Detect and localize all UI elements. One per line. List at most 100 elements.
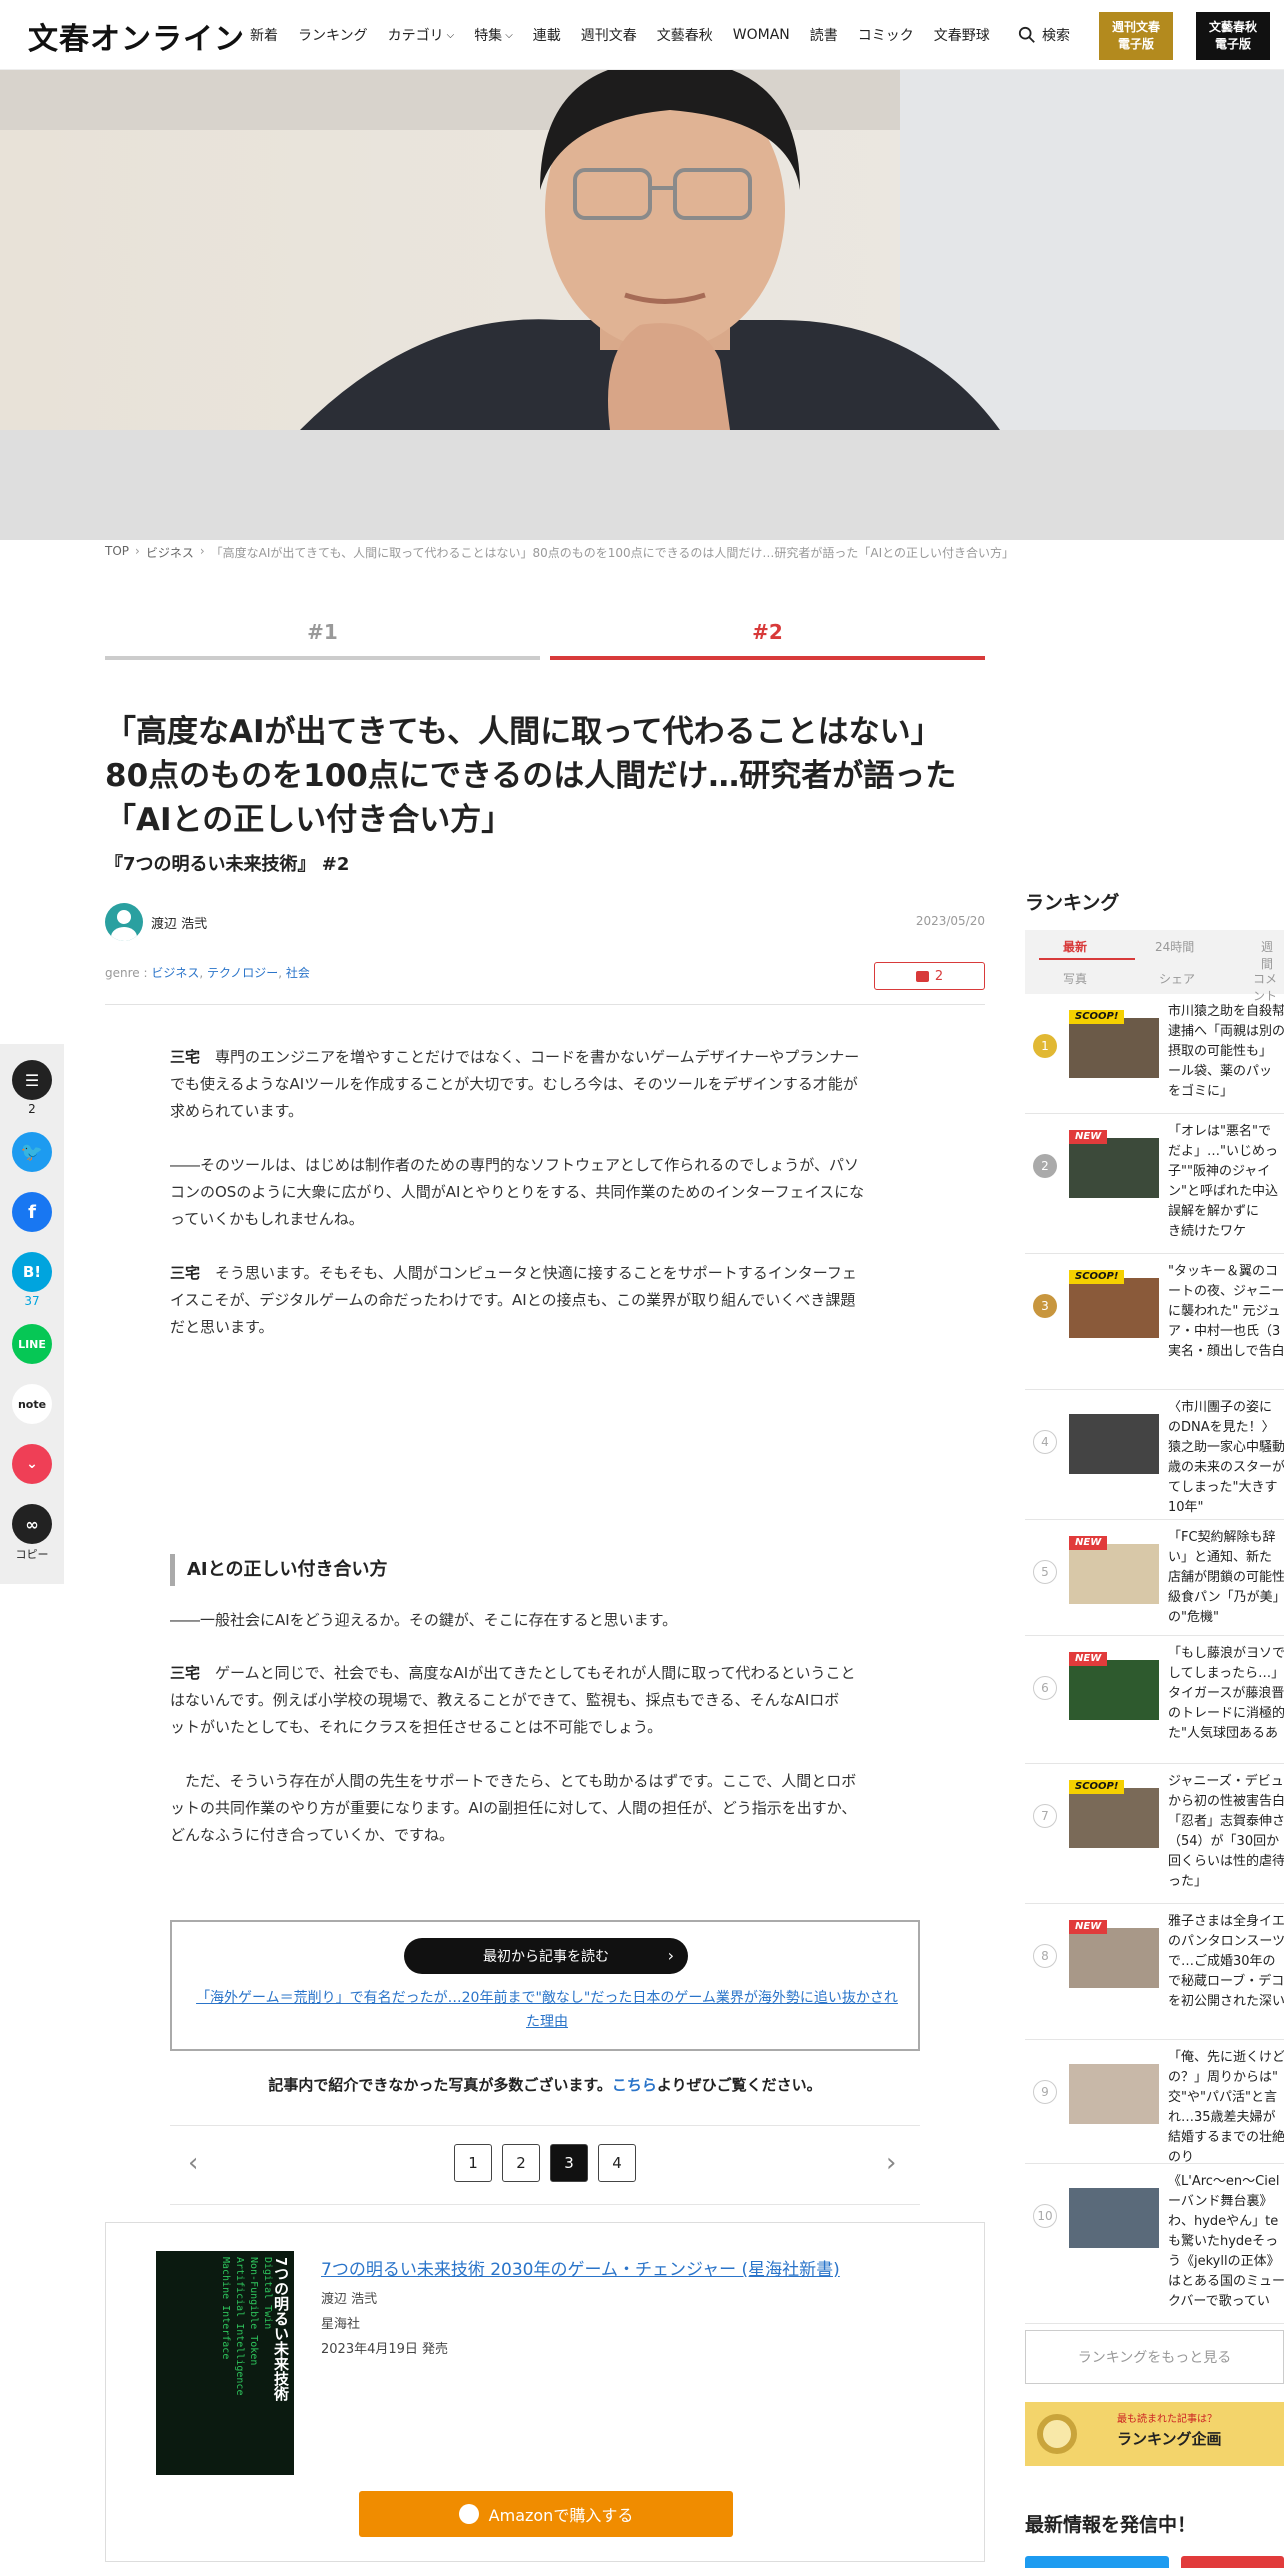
ranking-thumbnail: NEW [1069,1652,1159,1720]
nav-label: カテゴリ [387,28,444,44]
ranking-thumbnail: NEW [1069,1536,1159,1604]
headline-line: 歳の未来のスターが [1168,1460,1284,1475]
article-paragraph: ――そのツールは、はじめは制作者のための専門的なソフトウェアとして作られるのでし… [170,1152,910,1233]
ranking-headline: 「もし藤浪がヨソで してしまったら…」 タイガースが藤浪晋 のトレードに消極的 た"人気… [1168,1644,1284,1744]
comment-share-button[interactable]: ☰ [12,1060,52,1100]
nav-item-feature[interactable]: 特集 ⌵ [464,25,523,45]
tab-weekly[interactable]: 週間 [1261,938,1284,972]
tab-24h[interactable]: 24時間 [1155,938,1194,955]
headline-line: き続けたワケ [1168,1224,1247,1239]
prev-page-icon[interactable]: ‹ [188,2148,198,2178]
paragraph-line: どんなふうに付き合っていくか、ですね。 [170,1826,454,1844]
ranking-banner[interactable]: 最も読まれた記事は？ ランキング企画 [1025,2402,1284,2466]
twitter-share-button[interactable]: 🐦 [12,1132,52,1172]
ranking-item[interactable]: 3 SCOOP! "タッキー＆翼のコ ートの夜、ジャニー に襲われた" 元ジュ ア・中村一… [1025,1254,1284,1390]
tab-share[interactable]: シェア [1159,970,1195,987]
paragraph-line: ットの共同作業のやり方が重要になります。AIの副担任に対して、人間の担任が、どう… [170,1799,857,1817]
ranking-item[interactable]: 1 SCOOP! 市川猿之助を自殺幇 逮捕へ「両親は別の 摂取の可能性も」 ール袋、薬のパ… [1025,994,1284,1114]
next-page-icon[interactable]: › [886,2148,896,2178]
genre-business[interactable]: ビジネス [151,966,199,980]
pocket-share-button[interactable]: ⌄ [12,1444,52,1484]
article-subtitle: 『7つの明るい未来技術』 #2 [105,854,350,875]
nav-item-books[interactable]: 読書 [800,25,848,45]
page-2-button[interactable]: 2 [502,2144,540,2182]
comment-button[interactable]: 2 [874,962,985,990]
article-paragraph: ――一般社会にAIをどう迎えるか。その鍵が、そこに存在すると思います。 [170,1607,910,1634]
headline-line: で…ご成婚30年の [1168,1954,1276,1969]
ranking-item[interactable]: 10 《L'Arc～en～Ciel ーバンド舞台裏》 わ、hydeやん」te も驚いたh… [1025,2164,1284,2324]
ranking-headline: 市川猿之助を自殺幇 逮捕へ「両親は別の 摂取の可能性も」 ール袋、薬のパッ をゴミに」 [1168,1002,1284,1102]
headline-line: 猿之助一家心中騒動 [1168,1440,1284,1455]
paragraph-line: ただ、そういう存在が人間の先生をサポートできたら、とても助かるはずです。ここで、… [170,1772,857,1790]
ranking-headline: 〈市川團子の姿に のDNAを見た！〉 猿之助一家心中騒動 歳の未来のスターが てしまった… [1168,1398,1284,1518]
breadcrumb-top[interactable]: TOP [105,544,129,561]
genre-list: genre : ビジネス, テクノロジー, 社会 [105,966,310,980]
hatena-share-button[interactable]: B! [12,1252,52,1292]
author-link[interactable]: 渡辺 浩弐 [105,903,207,941]
nav-item-new[interactable]: 新着 [240,25,288,45]
nav-item-ranking[interactable]: ランキング [288,25,378,45]
copy-link-button[interactable]: ∞ [12,1504,52,1544]
headline-line: 店舗が閉鎖の可能性 [1168,1570,1284,1585]
headline-line: のり [1168,2150,1195,2164]
author-name: 渡辺 浩弐 [151,916,208,932]
cover-title: 7つの明るい未来技術 [272,2257,290,2402]
ranking-thumbnail [1069,1414,1159,1474]
line-share-button[interactable]: LINE [12,1324,52,1364]
ranking-item[interactable]: 9 「俺、先に逝くけど の？」周りからは" 交"や"パパ活"と言 れ…35歳差夫婦が 結婚… [1025,2040,1284,2164]
book-cover-image[interactable]: 7つの明るい未来技術 Digital Twin Non-Fungible Tok… [156,2251,294,2475]
ranking-item[interactable]: 5 NEW 「FC契約解除も辞 い」と通知、新た 店舗が閉鎖の可能性 級食パン「乃が美」の… [1025,1520,1284,1636]
search-button[interactable]: 検索 [1018,0,1070,70]
nav-item-baseball[interactable]: 文春野球 [924,25,1000,45]
youtube-follow-button[interactable] [1181,2556,1284,2568]
share-bar: ☰ 2 🐦 f B! 37 LINE note ⌄ ∞ コピー [0,1044,64,1584]
amazon-buy-button[interactable]: Amazonで購入する [359,2491,733,2537]
headline-line: ン"と呼ばれた中込 [1168,1184,1278,1199]
ranking-item[interactable]: 8 NEW 雅子さまは全身イエ のパンタロンスーツ で…ご成婚30年の で秘蔵ローブ・デコ… [1025,1904,1284,2040]
photos-link[interactable]: こちら [612,2076,657,2094]
divider [105,1004,985,1005]
rank-number: 8 [1033,1944,1057,1968]
rank-number: 10 [1033,2204,1057,2228]
paragraph-line: っていくかもしれませんね。 [170,1210,364,1228]
headline-line: てしまった"大きす [1168,1480,1278,1495]
nav-item-category[interactable]: カテゴリ ⌵ [378,25,465,45]
shukan-bunshun-ebook-button[interactable]: 週刊文春 電子版 [1099,12,1173,60]
speaker: 三宅 [170,1048,201,1066]
headline-line: 「オレは"悪名"で [1168,1124,1271,1139]
site-logo[interactable]: 文春オンライン [28,14,245,58]
ranking-item[interactable]: 6 NEW 「もし藤浪がヨソで してしまったら…」 タイガースが藤浪晋 のトレードに消極的… [1025,1636,1284,1764]
headline-line: 市川猿之助を自殺幇 [1168,1004,1284,1019]
headline-line: 雅子さまは全身イエ [1168,1914,1284,1929]
breadcrumb-category[interactable]: ビジネス [146,544,194,561]
nav-label: 文春野球 [933,28,990,44]
nav-item-serial[interactable]: 連載 [523,25,571,45]
page-1-button[interactable]: 1 [454,2144,492,2182]
page-3-button[interactable]: 3 [550,2144,588,2182]
note-share-button[interactable]: note [12,1384,52,1424]
genre-technology[interactable]: テクノロジー [207,966,278,980]
ranking-item[interactable]: 2 NEW 「オレは"悪名"で だよ」…"いじめっ 子""阪神のジャイ ン"と呼ばれた中込… [1025,1114,1284,1254]
first-article-link[interactable]: 「海外ゲーム＝荒削り」で有名だったが…20年前まで"敵なし"だった日本のゲーム業… [192,1986,902,2034]
tab-latest[interactable]: 最新 [1063,938,1087,955]
bungeishunju-ebook-button[interactable]: 文藝春秋 電子版 [1196,12,1270,60]
tab-part-1[interactable]: #1 [105,612,540,660]
twitter-follow-button[interactable] [1025,2556,1169,2568]
comment-icon: ☰ [24,1070,40,1090]
nav-item-bungeishunju[interactable]: 文藝春秋 [647,25,723,45]
facebook-share-button[interactable]: f [12,1192,52,1232]
read-from-start-button[interactable]: 最初から記事を読む › [404,1938,688,1974]
ranking-item[interactable]: 4 〈市川團子の姿に のDNAを見た！〉 猿之助一家心中騒動 歳の未来のスターが てしまっ… [1025,1390,1284,1520]
genre-society[interactable]: 社会 [286,966,310,980]
page-4-button[interactable]: 4 [598,2144,636,2182]
tab-photo[interactable]: 写真 [1063,970,1087,987]
nav-item-woman[interactable]: WOMAN [723,27,800,43]
nav-item-comic[interactable]: コミック [848,25,924,45]
ranking-item[interactable]: 7 SCOOP! ジャニーズ・デビュ から初の性被害告白 「忍者」志賀泰伸さ （54）が「… [1025,1764,1284,1904]
paragraph-line: ――そのツールは、はじめは制作者のための専門的なソフトウェアとして作られるのでし… [170,1156,859,1174]
ranking-more-button[interactable]: ランキングをもっと見る [1025,2330,1284,2384]
book-title-link[interactable]: 7つの明るい未来技術 2030年のゲーム・チェンジャー (星海社新書) [321,2255,840,2280]
headline-line: 級食パン「乃が美」 [1168,1590,1284,1605]
nav-item-shukan-bunshun[interactable]: 週刊文春 [571,25,647,45]
tab-part-2[interactable]: #2 [550,612,985,660]
